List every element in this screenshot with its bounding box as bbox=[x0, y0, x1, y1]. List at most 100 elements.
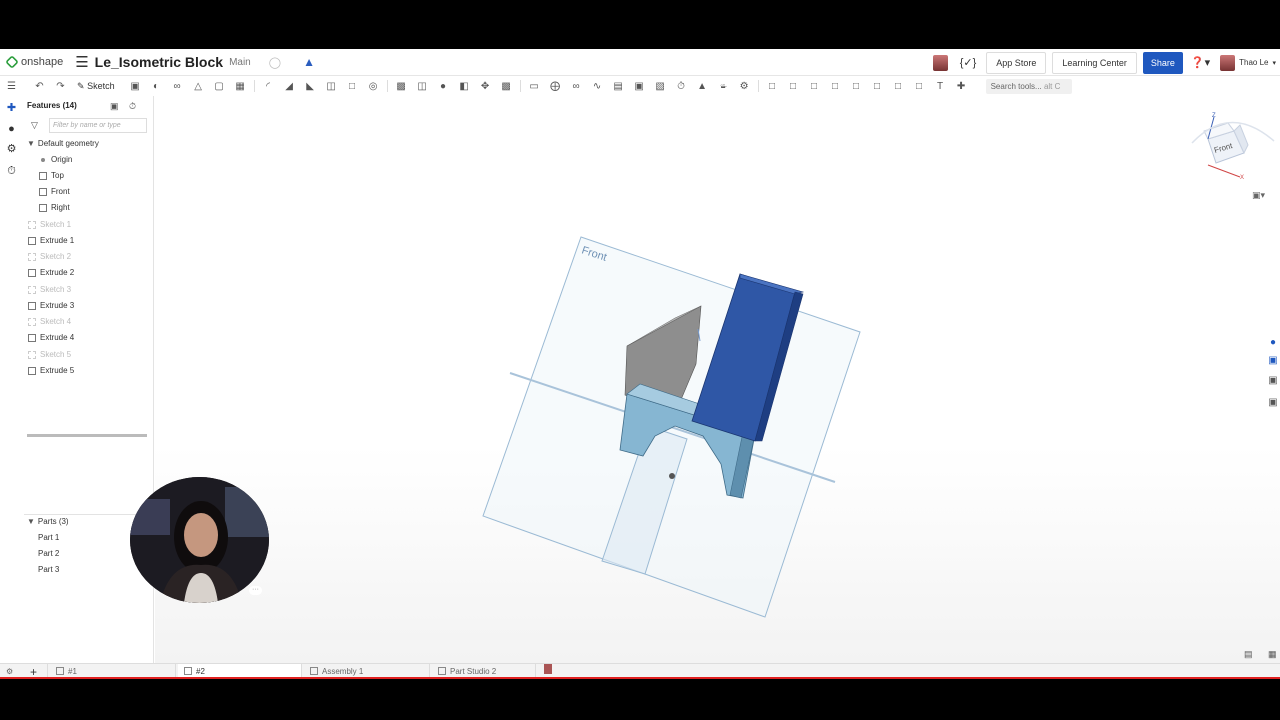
branch-label[interactable]: Main bbox=[229, 57, 251, 68]
section-view-icon[interactable]: ▣ bbox=[1266, 355, 1280, 369]
tree-item-extrude-5[interactable]: Extrude 5 bbox=[28, 366, 74, 375]
pattern-icon[interactable]: ▩ bbox=[396, 81, 407, 92]
flange-icon[interactable]: □ bbox=[893, 81, 904, 92]
more-options-icon[interactable]: ··· bbox=[249, 586, 262, 595]
webcam-overlay bbox=[130, 477, 269, 603]
add-folder-icon[interactable]: ▣ bbox=[110, 101, 119, 112]
replace-face-icon[interactable]: □ bbox=[767, 81, 778, 92]
sheet-metal-icon[interactable]: ▣ bbox=[634, 81, 645, 92]
measure-icon[interactable]: ⏱ bbox=[676, 81, 687, 92]
document-title[interactable]: Le_Isometric Block bbox=[95, 54, 223, 70]
tree-item-sketch-5[interactable]: Sketch 5 bbox=[28, 350, 71, 359]
video-progress-bar[interactable] bbox=[0, 677, 1280, 679]
avatar[interactable] bbox=[932, 54, 948, 71]
chamfer-icon[interactable]: ◢ bbox=[284, 81, 295, 92]
thicken-icon[interactable]: ▢ bbox=[214, 81, 225, 92]
help-icon[interactable]: ❓▾ bbox=[1191, 56, 1210, 69]
part-item[interactable]: Part 2 bbox=[38, 549, 59, 558]
sketch-button[interactable]: ✎ Sketch bbox=[77, 81, 115, 92]
display-icon[interactable]: ▲ bbox=[697, 81, 708, 92]
features-icon[interactable]: ✚ bbox=[5, 102, 18, 115]
hole-icon[interactable]: ◎ bbox=[368, 81, 379, 92]
app-store-button[interactable]: App Store bbox=[986, 51, 1047, 74]
rollback-bar[interactable] bbox=[27, 434, 147, 437]
history-icon[interactable]: ⏱ bbox=[5, 165, 18, 178]
view-cube[interactable]: Front Z X ▣▾ bbox=[1182, 109, 1278, 201]
delete-face-icon[interactable]: □ bbox=[809, 81, 820, 92]
render-mode-icon[interactable]: ▤ bbox=[1244, 649, 1253, 660]
move-face-icon[interactable]: □ bbox=[788, 81, 799, 92]
surface-icon[interactable]: ▤ bbox=[613, 81, 624, 92]
grid-icon[interactable]: ▦ bbox=[1268, 649, 1277, 660]
revolve-icon[interactable]: ◐ bbox=[151, 81, 162, 92]
variable-icon[interactable]: 𝡍 bbox=[718, 81, 729, 92]
comments-icon[interactable]: ● bbox=[5, 123, 18, 136]
offset-surface-icon[interactable]: □ bbox=[830, 81, 841, 92]
tree-item-right[interactable]: Right bbox=[39, 203, 70, 212]
plane-icon[interactable]: ▭ bbox=[529, 81, 540, 92]
rollback-clock-icon[interactable]: ⏱ bbox=[129, 101, 136, 112]
transform-icon[interactable]: ✥ bbox=[480, 81, 491, 92]
appearance-icon[interactable]: ● bbox=[1266, 337, 1280, 351]
sweep-icon[interactable]: ∞ bbox=[172, 81, 183, 92]
version-icon[interactable]: ◯ bbox=[269, 56, 281, 69]
share-button[interactable]: Share bbox=[1142, 51, 1183, 74]
3d-viewport[interactable]: Front bbox=[155, 96, 1280, 679]
tree-item-extrude-1[interactable]: Extrude 1 bbox=[28, 236, 74, 245]
undo-icon[interactable]: ↶ bbox=[34, 81, 45, 92]
tab-icon[interactable]: □ bbox=[914, 81, 925, 92]
tree-item-sketch-1[interactable]: Sketch 1 bbox=[28, 220, 71, 229]
tree-item-origin[interactable]: Origin bbox=[41, 155, 72, 164]
part-item[interactable]: Part 3 bbox=[38, 565, 59, 574]
configurations-icon[interactable]: ⚙ bbox=[5, 143, 18, 156]
named-views-icon[interactable]: ▣ bbox=[1266, 375, 1280, 389]
enclose-icon[interactable]: ▦ bbox=[235, 81, 246, 92]
redo-icon[interactable]: ↷ bbox=[55, 81, 66, 92]
mirror-icon[interactable]: ◫ bbox=[417, 81, 428, 92]
chevron-down-icon[interactable]: ▼ bbox=[27, 517, 35, 526]
text-icon[interactable]: T bbox=[935, 81, 946, 92]
feature-list-icon[interactable]: ☰ bbox=[6, 81, 17, 92]
wrap-icon[interactable]: □ bbox=[851, 81, 862, 92]
rib-icon[interactable]: ◫ bbox=[326, 81, 337, 92]
tree-item-sketch-3[interactable]: Sketch 3 bbox=[28, 285, 71, 294]
tree-item-extrude-4[interactable]: Extrude 4 bbox=[28, 333, 74, 342]
custom-feature-icon[interactable]: ⚙ bbox=[739, 81, 750, 92]
default-geometry-group[interactable]: ▼ Default geometry bbox=[27, 139, 99, 148]
chevron-down-icon[interactable]: ▾ bbox=[1272, 59, 1276, 67]
variables-icon[interactable]: {✓} bbox=[960, 56, 977, 69]
search-tools-input[interactable]: Search tools... alt C bbox=[985, 78, 1072, 94]
chevron-down-icon[interactable]: ▼ bbox=[27, 139, 35, 148]
boolean-icon[interactable]: ● bbox=[438, 81, 449, 92]
tree-item-label: Extrude 3 bbox=[40, 301, 75, 310]
loft-icon[interactable]: △ bbox=[193, 81, 204, 92]
tree-item-extrude-3[interactable]: Extrude 3 bbox=[28, 301, 74, 310]
add-custom-icon[interactable]: ✚ bbox=[956, 81, 967, 92]
onshape-logo[interactable]: onshape bbox=[5, 55, 63, 69]
bend-icon[interactable]: □ bbox=[872, 81, 883, 92]
user-name[interactable]: Thao Le bbox=[1239, 58, 1268, 67]
parts-group[interactable]: ▼ Parts (3) bbox=[27, 517, 69, 526]
hamburger-menu-icon[interactable]: ☰ bbox=[75, 53, 88, 71]
shell-icon[interactable]: □ bbox=[347, 81, 358, 92]
explode-icon[interactable]: ▣ bbox=[1266, 397, 1280, 411]
helix-icon[interactable]: ∞ bbox=[571, 81, 582, 92]
delete-part-icon[interactable]: ▩ bbox=[501, 81, 512, 92]
tree-item-sketch-2[interactable]: Sketch 2 bbox=[28, 252, 71, 261]
draft-icon[interactable]: ◣ bbox=[305, 81, 316, 92]
mate-connector-icon[interactable]: ⨁ bbox=[550, 81, 561, 92]
tree-item-front[interactable]: Front bbox=[39, 187, 70, 196]
extrude-icon[interactable]: ▣ bbox=[130, 81, 141, 92]
fillet-icon[interactable]: ◜ bbox=[263, 81, 274, 92]
tree-item-sketch-4[interactable]: Sketch 4 bbox=[28, 317, 71, 326]
tree-item-extrude-2[interactable]: Extrude 2 bbox=[28, 268, 74, 277]
curve-icon[interactable]: ∿ bbox=[592, 81, 603, 92]
tree-item-top[interactable]: Top bbox=[39, 171, 64, 180]
filter-input[interactable]: Filter by name or type bbox=[49, 118, 147, 133]
part-item[interactable]: Part 1 bbox=[38, 533, 59, 542]
learning-center-button[interactable]: Learning Center bbox=[1052, 51, 1137, 74]
user-avatar[interactable] bbox=[1220, 54, 1236, 71]
graduation-cap-icon[interactable]: ▲ bbox=[303, 55, 315, 69]
frame-icon[interactable]: ▧ bbox=[655, 81, 666, 92]
split-icon[interactable]: ◧ bbox=[459, 81, 470, 92]
